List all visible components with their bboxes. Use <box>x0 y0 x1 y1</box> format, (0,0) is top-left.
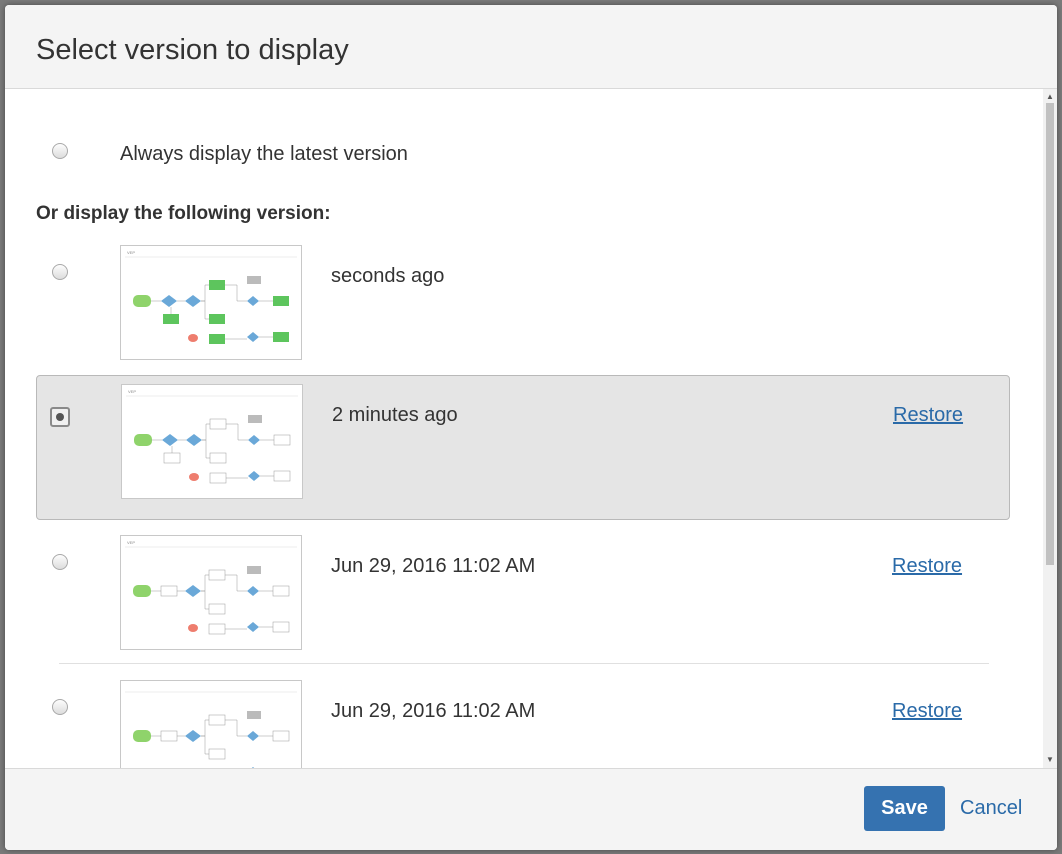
svg-text:VEP: VEP <box>127 250 135 255</box>
latest-version-radio[interactable] <box>52 143 68 159</box>
version-radio[interactable] <box>52 699 68 715</box>
svg-text:VEP: VEP <box>128 389 136 394</box>
row-divider <box>59 663 989 664</box>
dialog-title: Select version to display <box>36 34 349 66</box>
dialog-footer: Save Cancel <box>5 768 1057 850</box>
cancel-link[interactable]: Cancel <box>960 797 1022 820</box>
version-row[interactable]: VEP <box>36 237 1010 382</box>
version-dialog: Select version to display Always display… <box>5 5 1057 850</box>
scroll-down-arrow-icon[interactable]: ▼ <box>1043 754 1057 766</box>
dialog-body: Always display the latest version Or dis… <box>5 89 1057 768</box>
version-section-heading: Or display the following version: <box>36 203 331 224</box>
version-time: 2 minutes ago <box>332 404 458 426</box>
version-thumbnail: VEP <box>120 535 302 650</box>
version-radio-selected[interactable] <box>50 407 70 427</box>
version-time: seconds ago <box>331 265 445 287</box>
scroll-thumb[interactable] <box>1046 103 1054 565</box>
version-time: Jun 29, 2016 11:02 AM <box>331 700 536 722</box>
latest-version-label: Always display the latest version <box>120 143 408 165</box>
svg-text:VEP: VEP <box>127 540 135 545</box>
scroll-up-arrow-icon[interactable]: ▲ <box>1043 91 1057 103</box>
version-thumbnail: VEP <box>120 245 302 360</box>
restore-link[interactable]: Restore <box>893 404 963 427</box>
version-radio[interactable] <box>52 554 68 570</box>
version-row[interactable]: VEP <box>36 527 1010 672</box>
version-thumbnail: VEP <box>121 384 303 499</box>
save-button[interactable]: Save <box>864 786 945 831</box>
version-row-selected[interactable]: VEP 2 minutes ago Restore <box>36 375 1010 520</box>
restore-link[interactable]: Restore <box>892 555 962 578</box>
version-thumbnail <box>120 680 302 768</box>
latest-version-option[interactable]: Always display the latest version <box>5 129 1005 169</box>
version-radio[interactable] <box>52 264 68 280</box>
version-row[interactable]: Jun 29, 2016 11:02 AM Restore <box>36 672 1010 768</box>
version-time: Jun 29, 2016 11:02 AM <box>331 555 536 577</box>
restore-link[interactable]: Restore <box>892 700 962 723</box>
dialog-header: Select version to display <box>5 5 1057 89</box>
dialog-scrollbar[interactable]: ▲ ▼ <box>1043 89 1057 768</box>
